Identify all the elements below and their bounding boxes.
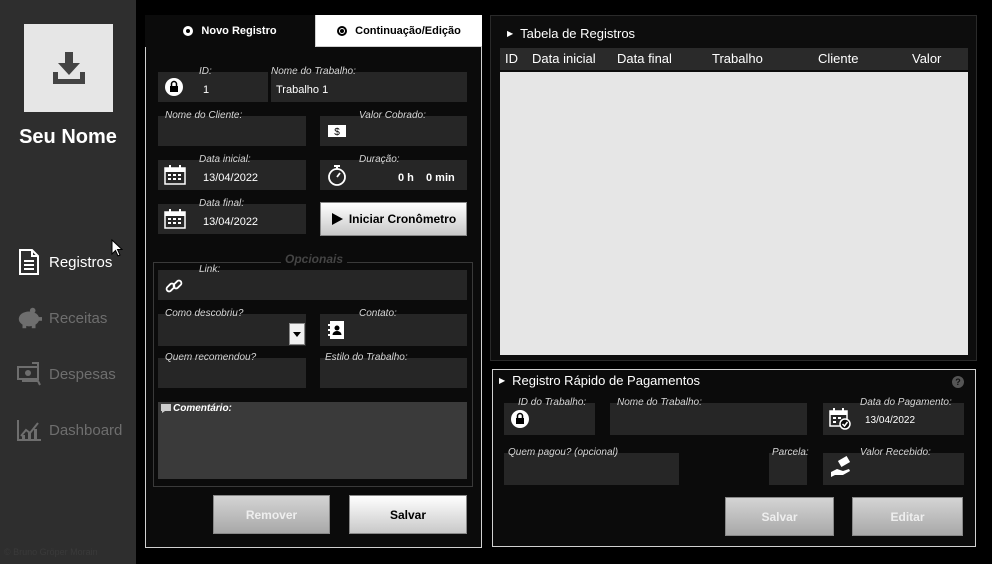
hand-money-icon (829, 456, 853, 480)
chevron-down-icon (293, 331, 301, 337)
remove-button[interactable]: Remover (213, 495, 330, 534)
optional-section-title: Opcionais (281, 252, 348, 266)
start-timer-button[interactable]: Iniciar Cronômetro (320, 202, 467, 236)
sidebar-item-dashboard[interactable]: Dashboard (16, 415, 122, 445)
received-value-label: Valor Recebido: (860, 447, 931, 458)
mouse-cursor-icon (111, 239, 123, 257)
column-job[interactable]: Trabalho (712, 51, 763, 66)
column-value[interactable]: Valor (912, 51, 941, 66)
triangle-right-icon: ▶ (499, 376, 506, 385)
comment-label: Comentário: (173, 403, 232, 414)
tab-label: Novo Registro (201, 25, 277, 37)
link-label: Link: (199, 264, 221, 275)
dropdown-button[interactable] (289, 323, 305, 345)
column-client[interactable]: Cliente (818, 51, 858, 66)
payment-save-button[interactable]: Salvar (725, 497, 834, 536)
sidebar-item-label: Registros (49, 253, 113, 271)
id-label: ID: (199, 66, 212, 77)
tab-novo-registro[interactable]: Novo Registro (145, 15, 316, 47)
tab-label: Continuação/Edição (355, 24, 461, 37)
calendar-icon (164, 165, 186, 185)
payment-date-label: Data do Pagamento: (860, 397, 952, 408)
radio-icon (337, 25, 348, 36)
payment-save-label: Salvar (761, 509, 798, 524)
sidebar: Seu Nome Registros Receitas Despesas Das… (0, 0, 136, 564)
quick-payment-title-text: Registro Rápido de Pagamentos (512, 373, 701, 388)
column-start-date[interactable]: Data inicial (532, 51, 596, 66)
tab-continuacao-edicao[interactable]: Continuação/Edição (316, 15, 482, 47)
help-icon[interactable]: ? (952, 376, 964, 388)
sidebar-item-label: Receitas (49, 309, 108, 327)
discovered-label: Como descobriu? (165, 308, 244, 319)
link-icon (164, 276, 184, 296)
payment-job-id-label: ID do Trabalho: (518, 397, 587, 408)
end-date-value: 13/04/2022 (203, 216, 259, 228)
play-icon (331, 213, 343, 225)
job-style-label: Estilo do Trabalho: (325, 352, 408, 363)
address-book-icon (327, 320, 345, 340)
document-icon (16, 249, 42, 275)
start-timer-label: Iniciar Cronômetro (348, 212, 457, 226)
tab-bar: Novo Registro Continuação/Edição (145, 15, 482, 47)
table-body[interactable] (500, 72, 968, 355)
save-button[interactable]: Salvar (349, 495, 467, 534)
payment-edit-label: Editar (890, 509, 925, 524)
lock-icon (164, 77, 184, 97)
client-name-label: Nome do Cliente: (165, 110, 243, 121)
save-label: Salvar (389, 507, 427, 522)
download-icon (52, 52, 85, 84)
payer-label: Quem pagou? (opcional) (508, 447, 619, 458)
installment-label: Parcela: (772, 447, 809, 458)
lock-icon (510, 409, 530, 429)
payment-edit-button[interactable]: Editar (852, 497, 963, 536)
calendar-icon (164, 209, 186, 229)
end-date-label: Data final: (199, 198, 245, 209)
payment-job-name-label: Nome do Trabalho: (617, 397, 702, 408)
job-name-label: Nome do Trabalho: (271, 66, 356, 77)
records-table-title-text: Tabela de Registros (520, 26, 636, 41)
sidebar-item-receitas[interactable]: Receitas (16, 303, 107, 333)
calendar-check-icon (829, 408, 851, 430)
sidebar-item-despesas[interactable]: Despesas (16, 359, 116, 389)
money-stack-icon (16, 361, 42, 387)
records-table-title: ▶ Tabela de Registros (507, 26, 635, 41)
start-date-value: 13/04/2022 (203, 172, 259, 184)
charged-value-label: Valor Cobrado: (359, 110, 426, 121)
sidebar-item-label: Dashboard (49, 421, 123, 439)
line-chart-icon (16, 417, 42, 443)
id-value: 1 (203, 84, 210, 96)
money-icon: $ (327, 123, 347, 139)
copyright: © Bruno Gröper Morain (4, 547, 98, 557)
user-name: Seu Nome (19, 126, 117, 148)
remove-label: Remover (245, 507, 298, 522)
triangle-right-icon: ▶ (507, 29, 514, 38)
payment-date-value: 13/04/2022 (865, 415, 916, 426)
duration-minutes: 0 min (426, 172, 455, 184)
referred-label: Quem recomendou? (165, 352, 257, 363)
column-end-date[interactable]: Data final (617, 51, 672, 66)
sidebar-item-label: Despesas (49, 365, 116, 383)
radio-selected-icon (183, 26, 194, 36)
duration-hours: 0 h (398, 172, 414, 184)
column-id[interactable]: ID (505, 51, 518, 66)
svg-text:$: $ (334, 127, 340, 138)
piggy-bank-icon (16, 305, 42, 331)
download-logo[interactable] (24, 24, 113, 112)
job-name-value: Trabalho 1 (276, 84, 329, 96)
duration-label: Duração: (359, 154, 400, 165)
table-header: ID Data inicial Data final Trabalho Clie… (500, 48, 968, 70)
stopwatch-icon (327, 164, 347, 186)
comment-icon (161, 404, 171, 413)
start-date-label: Data inicial: (199, 154, 251, 165)
contact-label: Contato: (359, 308, 397, 319)
sidebar-item-registros[interactable]: Registros (16, 247, 112, 277)
quick-payment-title: ▶ Registro Rápido de Pagamentos (499, 373, 700, 388)
